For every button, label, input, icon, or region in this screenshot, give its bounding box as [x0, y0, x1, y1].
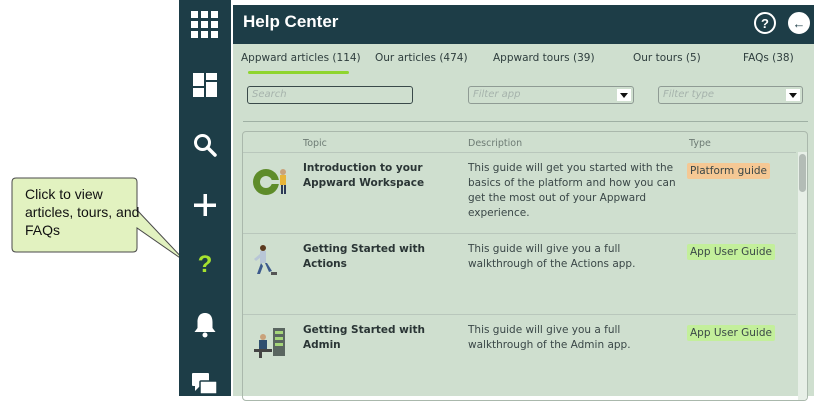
type-badge: Platform guide [687, 163, 770, 179]
tab-our-articles[interactable]: Our articles (474) [375, 52, 468, 64]
apps-grid-icon[interactable] [179, 3, 231, 47]
tab-appward-tours[interactable]: Appward tours (39) [493, 52, 595, 64]
search-icon[interactable] [179, 123, 231, 167]
column-header-topic: Topic [303, 138, 327, 149]
column-header-type: Type [689, 138, 711, 149]
chevron-down-icon [786, 89, 800, 101]
back-button[interactable]: ← [788, 12, 810, 34]
row-topic: Getting Started with Actions [303, 243, 425, 270]
tab-faqs[interactable]: FAQs (38) [743, 52, 794, 64]
help-center-panel: Help Center ? ← Appward articles (114) O… [233, 0, 814, 401]
type-badge: App User Guide [687, 325, 775, 341]
help-question-icon[interactable]: ? [179, 243, 231, 287]
plus-icon[interactable] [179, 183, 231, 227]
workspace-illustration-icon [253, 169, 286, 195]
active-tab-indicator [248, 71, 349, 74]
tab-bar: Appward articles (114) Our articles (474… [233, 44, 814, 74]
row-topic: Getting Started with Admin [303, 324, 425, 351]
chevron-down-icon [617, 89, 631, 101]
header: Help Center ? ← [233, 0, 814, 44]
sidebar: ? [179, 0, 231, 396]
articles-table: Topic Description Type Introduction to y… [242, 131, 808, 401]
runner-illustration-icon [254, 245, 277, 275]
chat-icon[interactable] [179, 363, 231, 407]
table-row[interactable]: Introduction to your Appward Workspace T… [243, 152, 796, 233]
column-header-description: Description [468, 138, 523, 149]
page-title: Help Center [243, 12, 339, 31]
help-button[interactable]: ? [754, 12, 776, 34]
filter-type-select[interactable]: Filter type [658, 86, 803, 104]
admin-illustration-icon [254, 328, 285, 358]
question-icon: ? [761, 15, 769, 31]
search-input[interactable]: Search [247, 86, 413, 104]
bell-icon[interactable] [179, 303, 231, 347]
row-topic: Introduction to your Appward Workspace [303, 162, 425, 189]
dashboard-icon[interactable] [179, 63, 231, 107]
tab-appward-articles[interactable]: Appward articles (114) [241, 52, 361, 64]
tab-our-tours[interactable]: Our tours (5) [633, 52, 701, 64]
vertical-scrollbar[interactable] [798, 152, 807, 400]
arrow-left-icon: ← [792, 15, 806, 31]
row-description: This guide will give you a full walkthro… [468, 243, 636, 270]
scrollbar-thumb[interactable] [799, 154, 806, 192]
callout-text: Click to view articles, tours, and FAQs [25, 186, 140, 238]
type-badge: App User Guide [687, 244, 775, 260]
row-description: This guide will get you started with the… [468, 162, 676, 219]
table-row[interactable]: Getting Started with Admin This guide wi… [243, 314, 796, 395]
table-row[interactable]: Getting Started with Actions This guide … [243, 233, 796, 314]
filter-app-select[interactable]: Filter app [468, 86, 634, 104]
divider [243, 121, 808, 122]
row-description: This guide will give you a full walkthro… [468, 324, 631, 351]
